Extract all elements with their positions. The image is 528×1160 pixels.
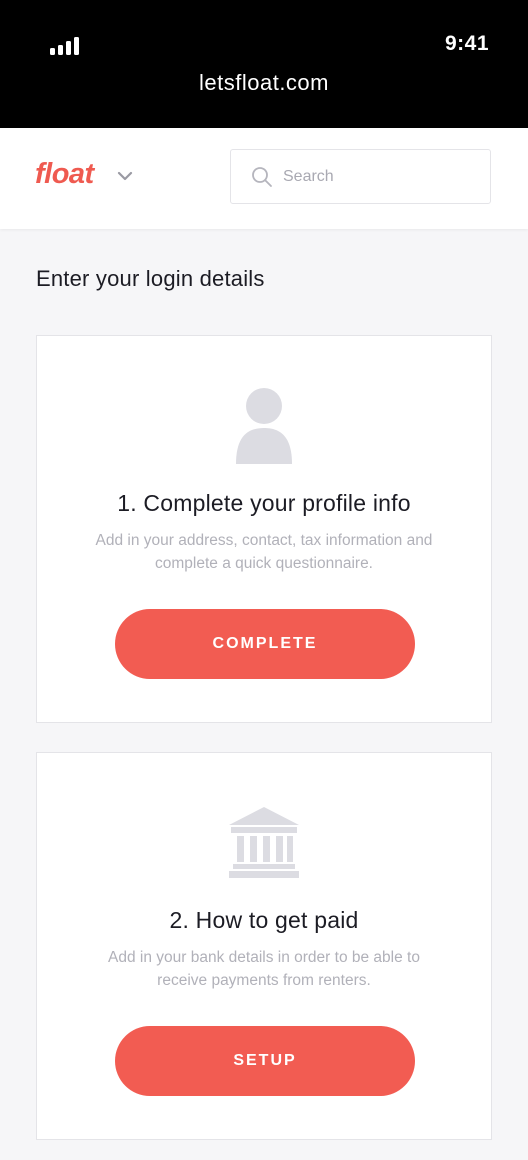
complete-button[interactable]: COMPLETE (115, 609, 415, 679)
signal-strength-icon (50, 37, 79, 55)
chevron-down-icon[interactable] (115, 166, 135, 186)
address-bar-url[interactable]: letsfloat.com (0, 70, 528, 96)
card-title: 2. How to get paid (169, 907, 359, 933)
status-bar: 9:41 letsfloat.com (0, 0, 528, 128)
app-header: float (0, 128, 528, 229)
get-paid-card: 2. How to get paid Add in your bank deta… (36, 752, 492, 1140)
user-icon (236, 388, 292, 464)
status-time: 9:41 (444, 32, 489, 55)
search-box[interactable] (230, 149, 491, 204)
float-logo[interactable]: float (35, 158, 94, 191)
search-input[interactable] (283, 163, 473, 191)
bank-icon (229, 807, 299, 878)
search-icon (252, 167, 272, 187)
profile-info-card: 1. Complete your profile info Add in you… (36, 335, 492, 723)
card-description: Add in your address, contact, tax inform… (95, 532, 433, 572)
card-description: Add in your bank details in order to be … (108, 949, 420, 989)
card-title: 1. Complete your profile info (117, 490, 411, 516)
page-title: Enter your login details (36, 266, 265, 291)
setup-button[interactable]: SETUP (115, 1026, 415, 1096)
